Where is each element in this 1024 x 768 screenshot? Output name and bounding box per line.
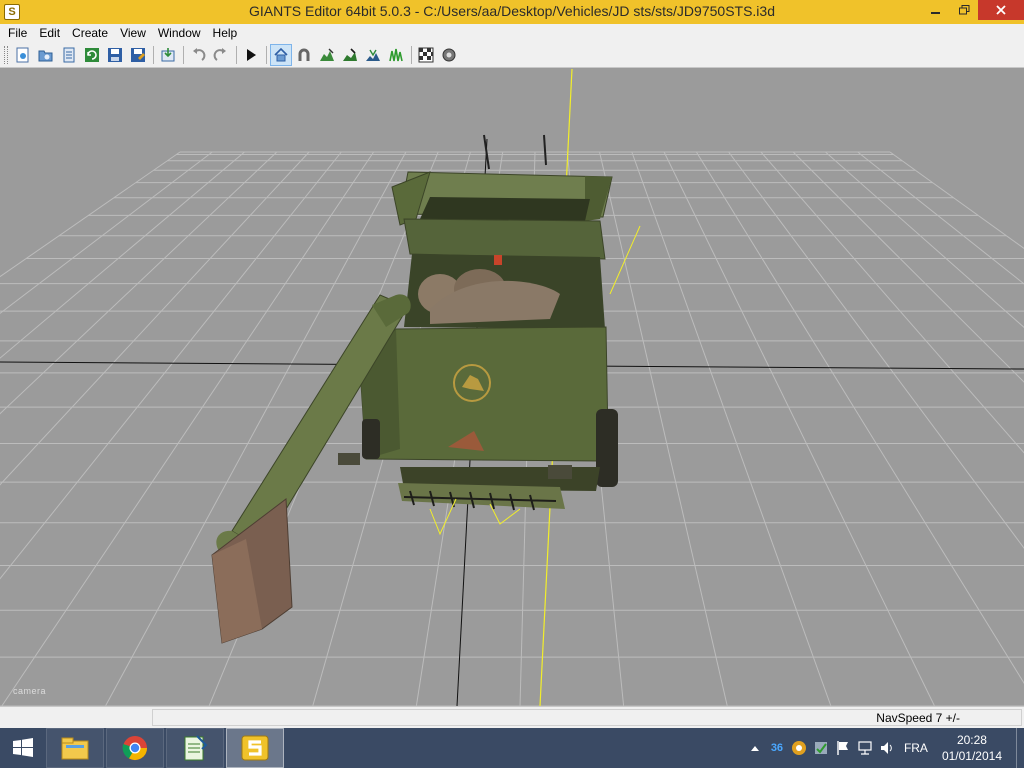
tray-expand-icon[interactable] [744, 737, 766, 759]
tray-app-icon[interactable] [788, 737, 810, 759]
navspeed-readout: NavSpeed 7 +/- [876, 711, 960, 725]
3d-viewport[interactable]: camera [0, 69, 1024, 706]
settings-icon [442, 48, 456, 61]
menu-create[interactable]: Create [66, 24, 114, 42]
save-as-button[interactable] [127, 44, 149, 66]
chrome-icon [122, 736, 147, 761]
menu-help[interactable]: Help [207, 24, 244, 42]
system-tray: 36 FRA 20:28 01/01/2014 [744, 728, 1024, 768]
menu-file[interactable]: File [2, 24, 33, 42]
scene-render [0, 69, 1024, 706]
redo-icon [213, 47, 226, 61]
checker-button[interactable] [415, 44, 437, 66]
title-bar: S GIANTS Editor 64bit 5.0.3 - C:/Users/a… [0, 0, 1024, 24]
taskbar-chrome[interactable] [106, 728, 164, 768]
show-desktop-button[interactable] [1016, 728, 1024, 768]
window-title: GIANTS Editor 64bit 5.0.3 - C:/Users/aa/… [249, 3, 775, 19]
windows-taskbar: 36 FRA 20:28 01/01/2014 [0, 728, 1024, 768]
network-icon[interactable] [854, 737, 876, 759]
clock-time: 20:28 [956, 733, 987, 747]
action-center-flag-icon[interactable] [832, 737, 854, 759]
magnet-button[interactable] [293, 44, 315, 66]
status-bar: NavSpeed 7 +/- [0, 706, 1024, 728]
clock-date: 01/01/2014 [941, 749, 1002, 763]
input-language[interactable]: FRA [904, 741, 928, 755]
camera-label: camera [13, 686, 47, 696]
restore-button[interactable] [950, 0, 978, 20]
toolbar [0, 42, 1024, 68]
toolbar-separator [236, 45, 237, 64]
redo-button[interactable] [210, 44, 232, 66]
start-button[interactable] [0, 728, 46, 768]
refresh-button[interactable] [81, 44, 103, 66]
menu-bar: File Edit Create View Window Help [0, 24, 1024, 42]
close-icon [996, 5, 1006, 15]
home-button[interactable] [270, 43, 292, 66]
open-list-button[interactable] [58, 44, 80, 66]
terrain-button[interactable] [316, 44, 338, 66]
save-as-icon [131, 47, 145, 62]
magnet-icon [298, 48, 310, 61]
refresh-icon [85, 47, 99, 62]
file-explorer-icon [61, 737, 89, 760]
foliage-button[interactable] [362, 44, 384, 66]
grass-button[interactable] [385, 44, 407, 66]
open-icon [38, 50, 53, 61]
new-scene-button[interactable] [12, 44, 34, 66]
grass-icon [389, 48, 403, 61]
windows-logo-icon [13, 738, 33, 757]
tray-notification-count[interactable]: 36 [766, 737, 788, 759]
taskbar-file-explorer[interactable] [46, 728, 104, 768]
minimize-button[interactable] [922, 0, 950, 20]
undo-button[interactable] [187, 44, 209, 66]
foliage-icon [366, 49, 380, 61]
import-icon [161, 47, 175, 61]
notepad-icon [184, 735, 208, 761]
open-button[interactable] [35, 44, 57, 66]
toolbar-separator [153, 45, 154, 64]
play-button[interactable] [240, 44, 262, 66]
play-icon [247, 48, 256, 61]
home-icon [274, 47, 288, 61]
giants-editor-icon [241, 735, 269, 761]
save-button[interactable] [104, 44, 126, 66]
import-button[interactable] [157, 44, 179, 66]
paint-button[interactable] [339, 44, 361, 66]
taskbar-notepad[interactable] [166, 728, 224, 768]
taskbar-giants-editor[interactable] [226, 728, 284, 768]
minimize-icon [931, 12, 940, 14]
menu-edit[interactable]: Edit [33, 24, 66, 42]
paint-icon [343, 47, 357, 61]
close-button[interactable] [978, 0, 1024, 20]
toolbar-separator [266, 45, 267, 64]
toolbar-separator [411, 45, 412, 64]
tray-security-icon[interactable] [810, 737, 832, 759]
toolbar-grip[interactable] [4, 45, 8, 64]
settings-button[interactable] [438, 44, 460, 66]
tray-clock[interactable]: 20:28 01/01/2014 [942, 732, 1002, 764]
undo-icon [193, 47, 206, 61]
app-icon[interactable]: S [4, 4, 20, 20]
new-scene-icon [16, 47, 29, 62]
checker-icon [418, 47, 434, 62]
menu-window[interactable]: Window [152, 24, 207, 42]
menu-view[interactable]: View [114, 24, 152, 42]
volume-icon[interactable] [876, 737, 898, 759]
save-icon [108, 47, 122, 62]
toolbar-separator [183, 45, 184, 64]
window-controls [922, 0, 1024, 20]
restore-icon [958, 5, 969, 15]
terrain-icon [320, 48, 334, 61]
open-list-icon [63, 47, 75, 62]
